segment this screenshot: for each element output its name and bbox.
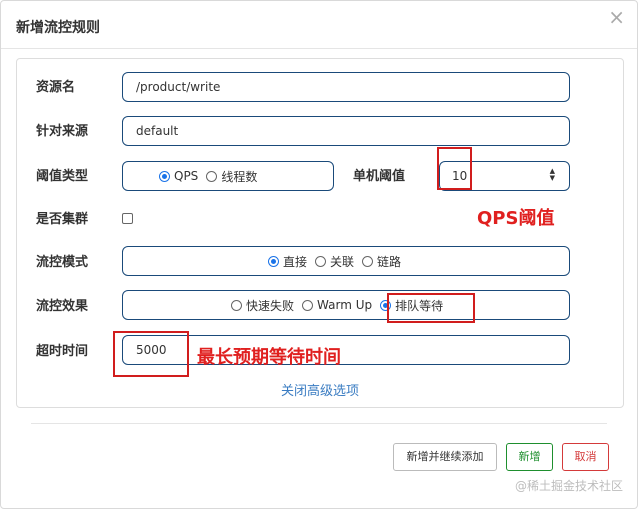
- limit-app-label: 针对来源: [36, 124, 89, 139]
- strategy-radio-group: 直接 关联 链路: [122, 246, 570, 276]
- cancel-button[interactable]: 取消: [562, 443, 609, 471]
- strategy-option-direct: 直接: [283, 254, 308, 269]
- add-and-continue-button[interactable]: 新增并继续添加: [393, 443, 497, 471]
- limit-app-input[interactable]: default: [122, 116, 570, 146]
- cluster-checkbox[interactable]: [122, 213, 133, 224]
- radio-unchecked-icon: [362, 255, 374, 267]
- timeout-input[interactable]: 5000: [122, 335, 570, 365]
- strategy-radio-direct[interactable]: 直接: [268, 253, 307, 270]
- timeout-label: 超时时间: [36, 344, 89, 359]
- strategy-option-relate: 关联: [330, 254, 355, 269]
- title-divider: [1, 48, 637, 49]
- strategy-radio-chain[interactable]: 链路: [362, 253, 401, 270]
- grade-radio-thread[interactable]: 线程数: [206, 168, 257, 185]
- behavior-option-fast-fail: 快速失败: [246, 298, 295, 313]
- resource-name-label: 资源名: [36, 80, 76, 95]
- footer-divider: [31, 423, 607, 424]
- behavior-radio-warm-up[interactable]: Warm Up: [302, 298, 372, 312]
- radio-unchecked-icon: [206, 170, 218, 182]
- behavior-radio-fast-fail[interactable]: 快速失败: [231, 297, 294, 314]
- radio-checked-icon: [159, 170, 170, 182]
- behavior-option-warm-up: Warm Up: [317, 298, 373, 312]
- radio-checked-icon: [268, 255, 279, 267]
- max-wait-annotation: 最长预期等待时间: [197, 347, 341, 368]
- grade-option-thread: 线程数: [221, 169, 258, 184]
- spinner-arrows-icon[interactable]: ▲ ▼: [550, 168, 555, 182]
- grade-radio-qps[interactable]: QPS: [159, 169, 198, 183]
- qps-threshold-annotation: QPS阈值: [477, 208, 555, 229]
- timeout-highlight-box: [113, 331, 189, 377]
- queue-highlight-box: [387, 293, 475, 323]
- toggle-advanced-link[interactable]: 关闭高级选项: [1, 380, 638, 399]
- grade-label: 阈值类型: [36, 169, 89, 184]
- grade-radio-group: QPS 线程数: [122, 161, 334, 191]
- radio-unchecked-icon: [231, 299, 242, 311]
- resource-name-input[interactable]: /product/write: [122, 72, 570, 102]
- close-icon[interactable]: ×: [608, 7, 625, 27]
- add-button[interactable]: 新增: [506, 443, 553, 471]
- cluster-label: 是否集群: [36, 212, 89, 227]
- strategy-option-chain: 链路: [377, 254, 402, 269]
- radio-unchecked-icon: [302, 299, 314, 311]
- strategy-label: 流控模式: [36, 255, 89, 270]
- count-highlight-box: [437, 147, 472, 190]
- strategy-radio-relate[interactable]: 关联: [315, 253, 354, 270]
- flow-rule-dialog: 新增流控规则 × 资源名 /product/write 针对来源 default…: [0, 0, 638, 509]
- grade-option-qps: QPS: [174, 169, 199, 183]
- watermark: @稀土掘金技术社区: [514, 479, 623, 493]
- control-behavior-radio-group: 快速失败 Warm Up 排队等待: [122, 290, 570, 320]
- dialog-title: 新增流控规则: [16, 20, 100, 36]
- count-label: 单机阈值: [353, 169, 406, 184]
- radio-unchecked-icon: [315, 255, 327, 267]
- control-behavior-label: 流控效果: [36, 299, 89, 314]
